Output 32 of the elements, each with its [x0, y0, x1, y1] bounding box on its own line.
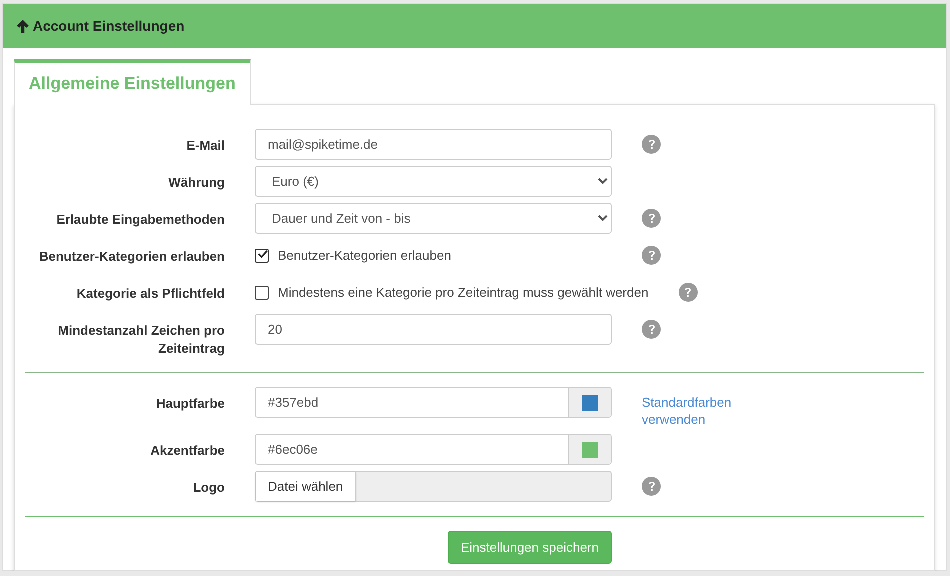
help-icon[interactable]	[642, 320, 661, 339]
help-icon[interactable]	[642, 477, 661, 496]
color-swatch[interactable]	[582, 442, 598, 458]
text-input[interactable]: 20	[255, 314, 612, 345]
field-label: Logo	[192, 479, 225, 497]
field-label: Währung	[168, 174, 225, 192]
arrow-up-icon	[17, 20, 29, 32]
checkbox-label: Mindestens eine Kategorie pro Zeiteintrag muss gewählt werden	[278, 285, 649, 300]
field-label: Akzentfarbe	[150, 442, 225, 460]
help-icon[interactable]	[678, 283, 698, 302]
checkbox[interactable]	[255, 248, 269, 262]
field-label: Benutzer-Kategorien erlauben	[38, 248, 225, 266]
color-field[interactable]: #357ebd	[255, 387, 612, 418]
color-swatch[interactable]	[582, 394, 598, 410]
checkbox-label: Benutzer-Kategorien erlauben	[278, 248, 452, 263]
help-icon[interactable]	[642, 135, 661, 154]
file-field[interactable]: Datei wählen	[255, 471, 612, 502]
field-label: E-Mail	[186, 137, 225, 155]
field-label: Hauptfarbe	[155, 395, 225, 413]
field-label: Kategorie als Pflichtfeld	[76, 285, 225, 303]
default-colors-link[interactable]: Standardfarben verwenden	[642, 387, 752, 428]
text-input[interactable]: mail@spiketime.de	[255, 129, 612, 160]
help-icon[interactable]	[642, 246, 661, 265]
panel-title: Account Einstellungen	[33, 18, 185, 34]
help-icon[interactable]	[642, 209, 661, 228]
field-label: Erlaubte Eingabemethoden	[56, 211, 225, 229]
color-field[interactable]: #6ec06e	[255, 434, 612, 465]
checkbox[interactable]	[255, 286, 269, 300]
select-field[interactable]: Dauer und Zeit von - bis	[255, 203, 612, 234]
select-field[interactable]: Euro (€)	[255, 166, 612, 197]
choose-file-button[interactable]: Datei wählen	[256, 472, 356, 501]
field-label: Mindestanzahl Zeichen pro Zeiteintrag	[57, 322, 225, 358]
